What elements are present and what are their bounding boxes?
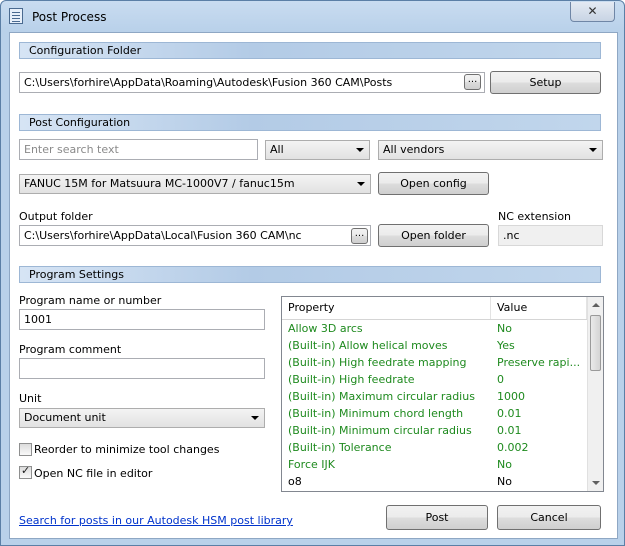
property-value-cell[interactable]: Yes bbox=[491, 337, 587, 354]
chevron-down-icon bbox=[357, 182, 365, 186]
config-folder-path-text: C:\Users\forhire\AppData\Roaming\Autodes… bbox=[24, 76, 393, 89]
unit-dropdown[interactable]: Document unit bbox=[19, 408, 265, 428]
close-button[interactable]: ✕ bbox=[570, 2, 615, 22]
property-name-cell: (Built-in) Allow helical moves bbox=[288, 339, 448, 352]
property-value-cell[interactable]: 0 bbox=[491, 371, 587, 388]
property-grid-scrollbar[interactable] bbox=[587, 297, 603, 491]
output-folder-path-field[interactable]: C:\Users\forhire\AppData\Local\Fusion 36… bbox=[19, 225, 371, 246]
chevron-down-icon bbox=[251, 416, 259, 420]
section-header-configuration-folder: Configuration Folder bbox=[19, 42, 601, 59]
window-title: Post Process bbox=[32, 10, 107, 24]
property-value-cell[interactable]: 0.01 bbox=[491, 422, 587, 439]
nc-extension-value: .nc bbox=[503, 229, 520, 242]
property-value-cell[interactable]: No bbox=[491, 456, 587, 473]
property-value-cell[interactable]: 1000 bbox=[491, 388, 587, 405]
open-folder-button[interactable]: Open folder bbox=[378, 224, 489, 247]
config-folder-browse-button[interactable]: ... bbox=[464, 74, 481, 90]
property-value-cell[interactable]: 0.01 bbox=[491, 405, 587, 422]
post-library-link[interactable]: Search for posts in our Autodesk HSM pos… bbox=[19, 514, 293, 527]
vendor-filter-dropdown[interactable]: All vendors bbox=[378, 140, 603, 160]
property-value-cell[interactable]: Preserve rapi... bbox=[491, 354, 587, 371]
property-name-cell: (Built-in) High feedrate bbox=[288, 373, 415, 386]
post-search-input[interactable]: Enter search text bbox=[19, 139, 258, 160]
program-comment-label: Program comment bbox=[19, 343, 122, 356]
column-header-property[interactable]: Property bbox=[282, 297, 491, 319]
scroll-down-arrow-icon[interactable] bbox=[592, 481, 600, 485]
property-name-cell: (Built-in) Minimum chord length bbox=[288, 407, 464, 420]
property-name-cell: o8 bbox=[288, 475, 302, 488]
property-name-cell: (Built-in) Minimum circular radius bbox=[288, 424, 472, 437]
open-config-button[interactable]: Open config bbox=[378, 172, 489, 195]
chevron-down-icon bbox=[589, 148, 597, 152]
property-name-cell: (Built-in) Maximum circular radius bbox=[288, 390, 475, 403]
property-value-cell[interactable]: No bbox=[491, 320, 587, 337]
program-name-value: 1001 bbox=[24, 313, 52, 326]
nc-extension-label: NC extension bbox=[498, 210, 572, 223]
program-name-label: Program name or number bbox=[19, 294, 162, 307]
program-name-input[interactable]: 1001 bbox=[19, 309, 265, 330]
reorder-checkbox[interactable] bbox=[19, 443, 32, 456]
unit-label: Unit bbox=[19, 392, 42, 405]
property-row[interactable]: o8 No bbox=[282, 473, 587, 490]
program-comment-input[interactable] bbox=[19, 358, 265, 379]
property-row[interactable]: (Built-in) Tolerance 0.002 bbox=[282, 439, 587, 456]
nc-extension-field[interactable]: .nc bbox=[498, 225, 603, 246]
checkmark-icon: ✓ bbox=[21, 464, 31, 477]
unit-value: Document unit bbox=[24, 411, 106, 424]
property-row[interactable]: Allow 3D arcs No bbox=[282, 320, 587, 337]
chevron-down-icon bbox=[356, 148, 364, 152]
property-row[interactable]: (Built-in) High feedrate 0 bbox=[282, 371, 587, 388]
scrollbar-thumb[interactable] bbox=[590, 315, 601, 371]
app-document-icon bbox=[9, 8, 23, 24]
property-row[interactable]: Force IJK No bbox=[282, 456, 587, 473]
property-row[interactable]: (Built-in) Maximum circular radius 1000 bbox=[282, 388, 587, 405]
post-button[interactable]: Post bbox=[386, 505, 488, 530]
cancel-button[interactable]: Cancel bbox=[497, 505, 601, 530]
output-folder-label: Output folder bbox=[19, 210, 93, 223]
property-row[interactable]: (Built-in) High feedrate mapping Preserve… bbox=[282, 354, 587, 371]
property-row[interactable]: (Built-in) Allow helical moves Yes bbox=[282, 337, 587, 354]
post-search-placeholder: Enter search text bbox=[24, 143, 119, 156]
property-value-cell[interactable]: No bbox=[491, 473, 587, 490]
property-name-cell: Force IJK bbox=[288, 458, 335, 471]
scroll-up-arrow-icon[interactable] bbox=[592, 303, 600, 307]
property-name-cell: (Built-in) High feedrate mapping bbox=[288, 356, 467, 369]
section-header-post-configuration: Post Configuration bbox=[19, 114, 601, 131]
post-processor-value: FANUC 15M for Matsuura MC-1000V7 / fanuc… bbox=[24, 177, 295, 190]
property-name-cell: (Built-in) Tolerance bbox=[288, 441, 392, 454]
column-header-value[interactable]: Value bbox=[491, 297, 587, 319]
config-folder-path-field[interactable]: C:\Users\forhire\AppData\Roaming\Autodes… bbox=[19, 72, 485, 93]
open-nc-label[interactable]: Open NC file in editor bbox=[34, 467, 152, 480]
post-filter-value: All bbox=[270, 143, 284, 156]
property-value-cell[interactable]: 0.002 bbox=[491, 439, 587, 456]
output-folder-browse-button[interactable]: ... bbox=[351, 228, 368, 244]
post-filter-dropdown[interactable]: All bbox=[265, 140, 370, 160]
post-process-dialog: Post Process ✕ Configuration Folder C:\U… bbox=[0, 0, 625, 546]
property-row[interactable]: (Built-in) Minimum circular radius 0.01 bbox=[282, 422, 587, 439]
property-name-cell: Allow 3D arcs bbox=[288, 322, 363, 335]
reorder-label[interactable]: Reorder to minimize tool changes bbox=[34, 443, 219, 456]
dialog-body: Configuration Folder C:\Users\forhire\Ap… bbox=[9, 32, 618, 539]
post-processor-dropdown[interactable]: FANUC 15M for Matsuura MC-1000V7 / fanuc… bbox=[19, 174, 371, 194]
property-grid-header: Property Value bbox=[282, 297, 587, 320]
property-row[interactable]: (Built-in) Minimum chord length 0.01 bbox=[282, 405, 587, 422]
property-grid[interactable]: Property Value Allow 3D arcs No (Built-in)… bbox=[281, 296, 604, 492]
open-nc-checkbox[interactable]: ✓ bbox=[19, 464, 32, 479]
setup-button[interactable]: Setup bbox=[490, 71, 601, 94]
vendor-filter-value: All vendors bbox=[383, 143, 445, 156]
section-header-program-settings: Program Settings bbox=[19, 266, 601, 283]
title-bar[interactable]: Post Process ✕ bbox=[1, 1, 624, 33]
output-folder-path-text: C:\Users\forhire\AppData\Local\Fusion 36… bbox=[24, 229, 302, 242]
